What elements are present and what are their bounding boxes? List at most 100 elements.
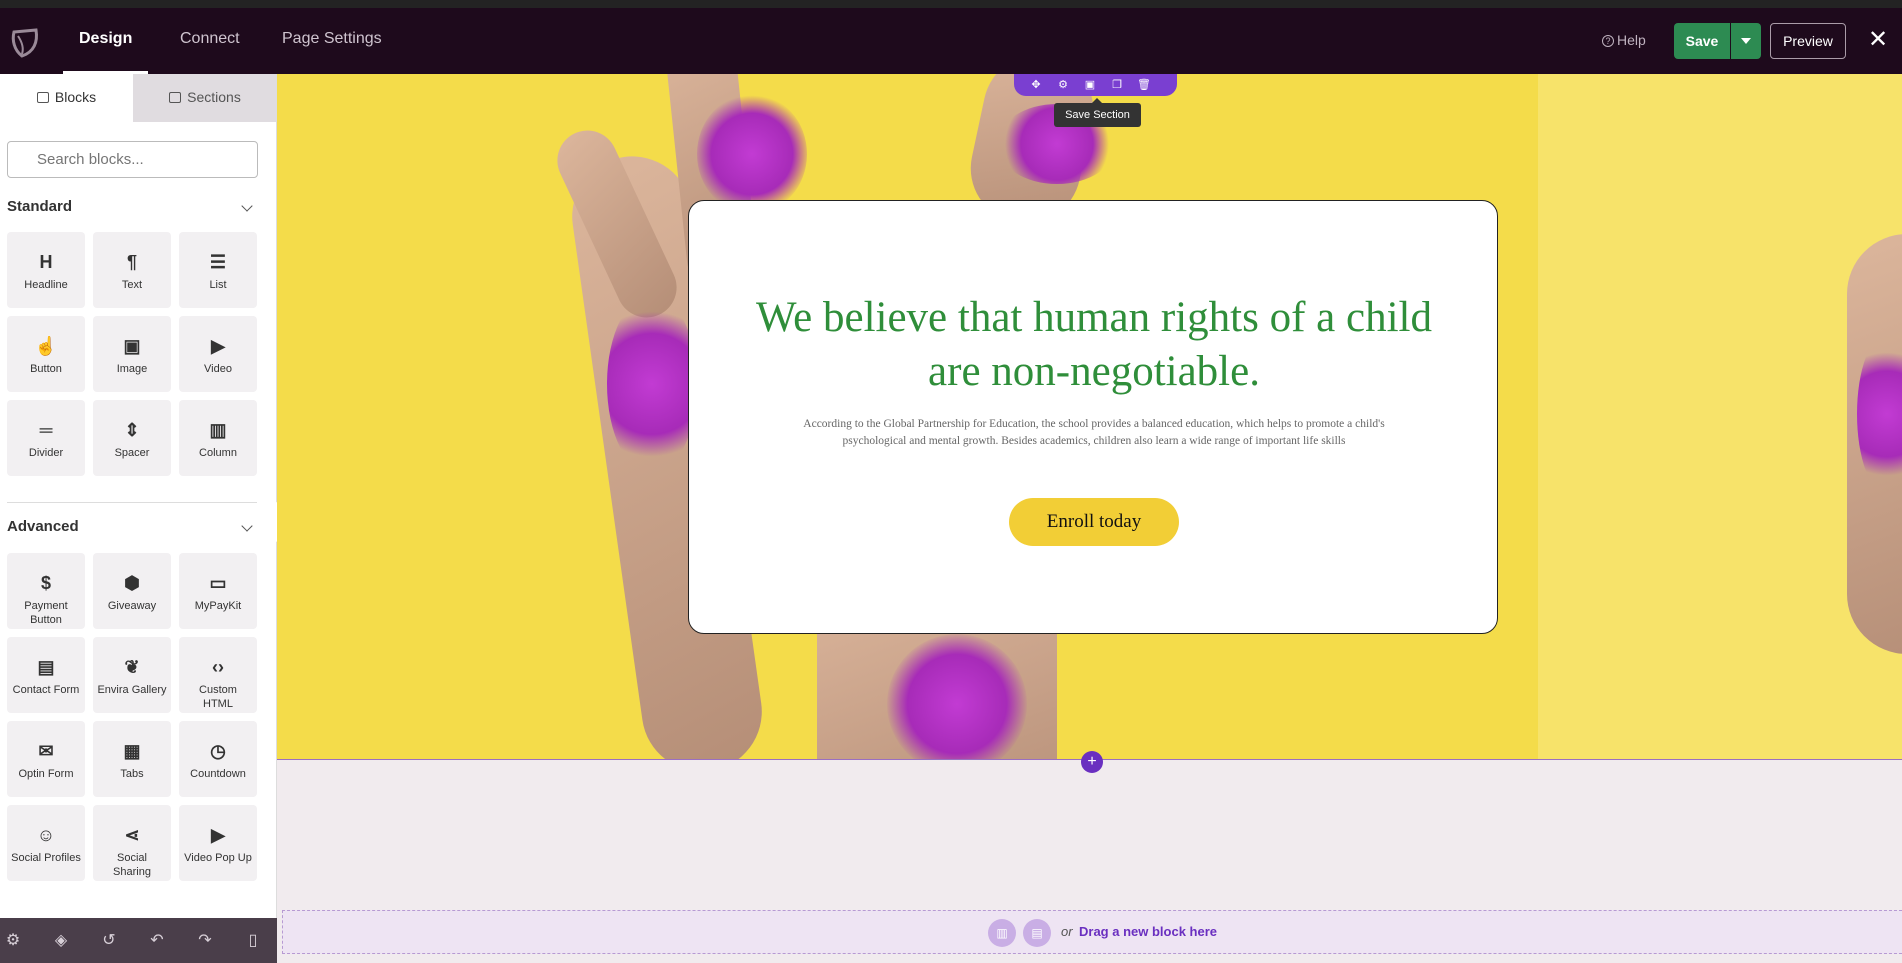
undo-icon[interactable]: ↶: [146, 930, 168, 952]
content-card[interactable]: We believe that human rights of a child …: [688, 200, 1498, 634]
block-button[interactable]: ☝ Button: [7, 316, 85, 392]
add-section-template-icon[interactable]: ▤: [1023, 919, 1051, 947]
block-headline[interactable]: H Headline: [7, 232, 85, 308]
bottom-toolbar: ⚙ ◈ ↺ ↶ ↷ ▯: [0, 918, 277, 963]
block-label: Envira Gallery: [97, 684, 167, 696]
block-video-pop-up[interactable]: ▶ Video Pop Up: [179, 805, 257, 881]
editor-canvas: We believe that human rights of a child …: [277, 74, 1902, 963]
giveaway-icon: ⬢: [124, 573, 140, 593]
standard-section-header[interactable]: Standard: [7, 198, 257, 220]
paragraph-icon: ¶: [126, 252, 137, 272]
block-contact-form[interactable]: ▤ Contact Form: [7, 637, 85, 713]
dropzone-or-text: or: [1061, 924, 1073, 939]
video-icon: ▶: [211, 336, 225, 356]
preview-button[interactable]: Preview: [1770, 23, 1846, 59]
top-bar: Design Connect Page Settings ? Help Save …: [0, 8, 1902, 74]
hero-section[interactable]: We believe that human rights of a child …: [277, 74, 1902, 760]
hero-subtext[interactable]: According to the Global Partnership for …: [789, 416, 1399, 450]
video-popup-icon: ▶: [211, 825, 225, 845]
duplicate-icon[interactable]: ❐: [1109, 77, 1125, 93]
tab-page-settings[interactable]: Page Settings: [282, 8, 382, 74]
block-tabs[interactable]: ▦ Tabs: [93, 721, 171, 797]
block-label: Custom HTML: [199, 684, 237, 710]
close-icon[interactable]: ✕: [1866, 28, 1890, 52]
list-icon: ☰: [209, 252, 227, 272]
mail-icon: ✉: [38, 741, 54, 761]
block-label: Video: [204, 363, 232, 375]
block-divider[interactable]: ═ Divider: [7, 400, 85, 476]
tab-sections-label: Sections: [187, 89, 241, 105]
block-payment-button[interactable]: $ Payment Button: [7, 553, 85, 629]
block-label: Payment Button: [24, 600, 68, 626]
block-label: Contact Form: [12, 684, 80, 696]
block-social-profiles[interactable]: ☺ Social Profiles: [7, 805, 85, 881]
headline-icon: H: [39, 252, 53, 272]
device-icon[interactable]: ▯: [242, 930, 264, 952]
settings-icon[interactable]: ⚙: [2, 930, 24, 952]
block-label: Divider: [28, 447, 64, 459]
block-label: Image: [116, 363, 148, 375]
block-label: Giveaway: [107, 600, 157, 612]
block-label: Headline: [24, 279, 68, 291]
sections-icon: [169, 92, 182, 103]
help-link[interactable]: ? Help: [1602, 8, 1646, 74]
tab-design[interactable]: Design: [62, 8, 149, 74]
block-label: MyPayKit: [194, 600, 242, 612]
search-blocks-input[interactable]: [7, 141, 258, 178]
block-spacer[interactable]: ⇕ Spacer: [93, 400, 171, 476]
block-optin-form[interactable]: ✉ Optin Form: [7, 721, 85, 797]
block-label: Spacer: [114, 447, 150, 459]
tab-blocks[interactable]: Blocks: [0, 74, 133, 122]
column-icon: ▥: [209, 420, 227, 440]
history-icon[interactable]: ↺: [98, 930, 120, 952]
chevron-down-icon[interactable]: [241, 520, 253, 532]
layers-icon[interactable]: ◈: [50, 930, 72, 952]
advanced-section-title: Advanced: [7, 518, 79, 535]
block-social-sharing[interactable]: ⋖ Social Sharing: [93, 805, 171, 881]
redo-icon[interactable]: ↷: [194, 930, 216, 952]
block-mypaykit[interactable]: ▭ MyPayKit: [179, 553, 257, 629]
sidebar-tabs: Blocks Sections: [0, 74, 276, 122]
tab-connect[interactable]: Connect: [180, 8, 240, 74]
block-image[interactable]: ▣ Image: [93, 316, 171, 392]
add-section-icon[interactable]: +: [1081, 751, 1103, 773]
hero-headline[interactable]: We believe that human rights of a child …: [749, 291, 1439, 399]
new-block-dropzone[interactable]: ▥ ▤ or Drag a new block here: [282, 910, 1902, 954]
card-icon: ▭: [209, 573, 227, 593]
users-icon: ☺: [36, 825, 56, 845]
delete-icon[interactable]: 🗑: [1136, 77, 1152, 93]
advanced-section-header[interactable]: Advanced: [7, 518, 257, 540]
block-label: Social Profiles: [11, 852, 81, 864]
block-text[interactable]: ¶ Text: [93, 232, 171, 308]
block-label: Optin Form: [18, 768, 74, 780]
seedprod-logo-icon: [8, 26, 42, 60]
enroll-today-button[interactable]: Enroll today: [1009, 498, 1179, 546]
block-giveaway[interactable]: ⬢ Giveaway: [93, 553, 171, 629]
block-label: Text: [121, 279, 143, 291]
block-column[interactable]: ▥ Column: [179, 400, 257, 476]
image-icon: ▣: [123, 336, 141, 356]
block-label: Tabs: [120, 768, 144, 780]
block-list[interactable]: ☰ List: [179, 232, 257, 308]
save-section-icon[interactable]: ▣: [1082, 77, 1098, 93]
glitter-decoration: [607, 294, 697, 474]
section-divider: [7, 502, 257, 503]
block-custom-html[interactable]: ‹› Custom HTML: [179, 637, 257, 713]
add-columns-icon[interactable]: ▥: [988, 919, 1016, 947]
drag-new-block-link[interactable]: Drag a new block here: [1079, 924, 1217, 939]
tab-sections[interactable]: Sections: [133, 74, 276, 122]
move-icon[interactable]: ✥: [1028, 77, 1044, 93]
save-options-dropdown[interactable]: [1731, 23, 1761, 59]
block-label: Column: [199, 447, 237, 459]
block-video[interactable]: ▶ Video: [179, 316, 257, 392]
save-button[interactable]: Save: [1674, 23, 1730, 59]
blocks-icon: [36, 92, 49, 103]
section-toolbar: ✥ ⚙ ▣ ❐ 🗑: [1014, 74, 1177, 96]
block-envira-gallery[interactable]: ❦ Envira Gallery: [93, 637, 171, 713]
block-countdown[interactable]: ◷ Countdown: [179, 721, 257, 797]
section-settings-icon[interactable]: ⚙: [1055, 77, 1071, 93]
chevron-down-icon[interactable]: [241, 200, 253, 212]
block-label: Button: [30, 363, 62, 375]
share-icon: ⋖: [124, 825, 140, 845]
spacer-icon: ⇕: [124, 420, 140, 440]
